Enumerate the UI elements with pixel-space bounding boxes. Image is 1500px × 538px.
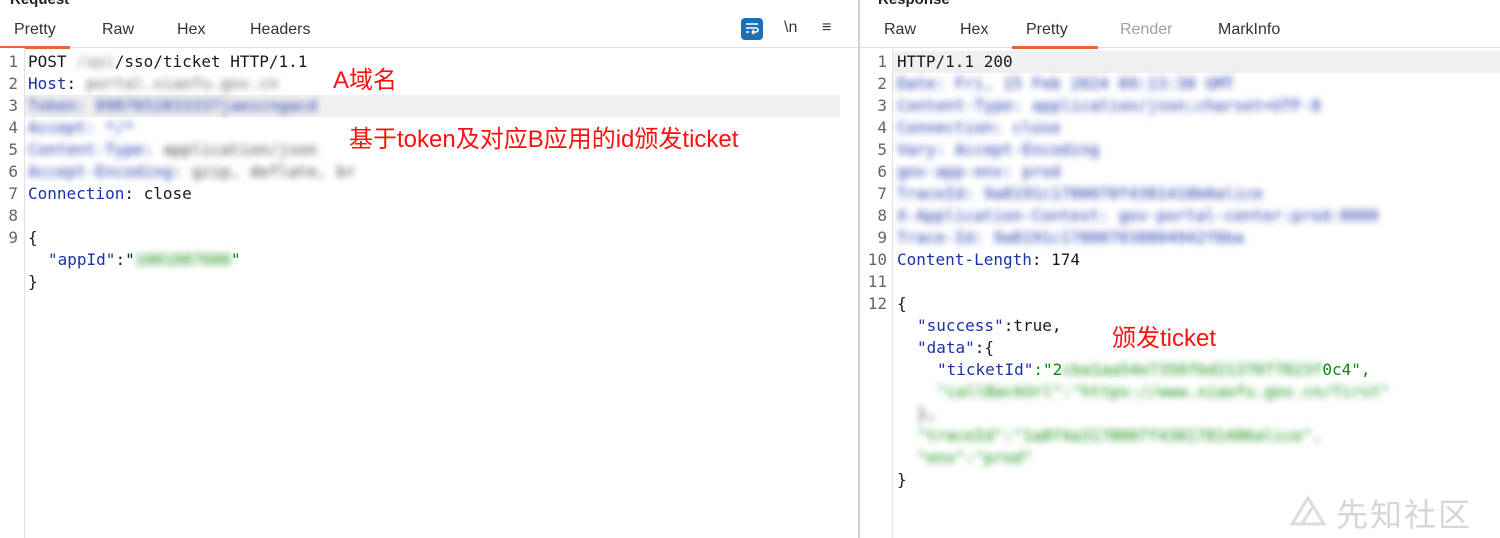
- line-number: 7: [8, 184, 18, 203]
- response-body-ticketid: "ticketId":"2cba1aa54e7356fbd2137077823f…: [937, 360, 1371, 379]
- line-number: 3: [8, 96, 18, 115]
- line-number: 9: [877, 228, 887, 247]
- request-body-appid: "appId":"1001087680": [48, 250, 241, 269]
- word-wrap-icon[interactable]: [741, 18, 763, 40]
- line-number: 2: [8, 74, 18, 93]
- response-pane: Response Raw Hex Pretty Render MarkInfo …: [860, 0, 1500, 538]
- request-line-6: Accept-Encoding: gzip, deflate, br: [28, 162, 356, 181]
- response-tab-raw[interactable]: Raw: [870, 21, 930, 46]
- request-line-4: Accept: */*: [28, 118, 134, 137]
- response-status-line: HTTP/1.1 200: [897, 52, 1013, 71]
- line-number: 12: [867, 294, 887, 313]
- response-line-6: gov-app-env: prod: [897, 162, 1061, 181]
- menu-icon[interactable]: ≡: [822, 19, 831, 37]
- line-number: 10: [867, 250, 887, 269]
- response-body-success: "success":true,: [917, 316, 1062, 335]
- response-tab-render[interactable]: Render: [1106, 21, 1186, 46]
- request-tab-raw[interactable]: Raw: [88, 21, 148, 46]
- response-body-env: "env":"prod": [917, 448, 1033, 467]
- line-number: 1: [877, 52, 887, 71]
- response-line-content-length: Content-Length: 174: [897, 250, 1081, 269]
- response-line-5: Vary: Accept-Encoding: [897, 140, 1100, 159]
- line-number: 6: [8, 162, 18, 181]
- watermark-logo-icon: [1289, 495, 1327, 526]
- request-line-5: Content-Type: application/json: [28, 140, 317, 159]
- response-line-2: Date: Fri, 15 Feb 2024 09:13:30 GMT: [897, 74, 1235, 93]
- response-line-7: TraceId: 9a8191c1780070f4381418b0alice: [897, 184, 1264, 203]
- request-tabbar: Pretty Raw Hex Headers \n ≡: [0, 14, 858, 49]
- request-body-close: }: [28, 272, 38, 291]
- response-line-3: Content-Type: application/json;charset=U…: [897, 96, 1321, 115]
- line-number: 5: [8, 140, 18, 159]
- response-body-data-close: },: [917, 404, 937, 423]
- response-line-4: Connection: close: [897, 118, 1061, 137]
- response-body-callback: "callBackUrl":"https://www.xiaofu.gov.cn…: [937, 382, 1390, 401]
- request-line-host: Host: portal.xiaofu.gov.cn: [28, 74, 279, 93]
- response-tab-hex[interactable]: Hex: [946, 21, 1002, 46]
- line-number: 8: [8, 206, 18, 225]
- response-tab-pretty[interactable]: Pretty: [1012, 21, 1098, 49]
- line-number: 5: [877, 140, 887, 159]
- annotation-ticket-note: 颁发ticket: [1112, 325, 1217, 352]
- annotation-token-note: 基于token及对应B应用的id颁发ticket: [349, 126, 739, 153]
- line-number: 4: [8, 118, 18, 137]
- response-line-9: Trace-Id: 9a8191c178007038804942f6ba: [897, 228, 1244, 247]
- line-number: 3: [877, 96, 887, 115]
- request-tab-pretty[interactable]: Pretty: [0, 21, 70, 49]
- response-body-data: "data":{: [917, 338, 995, 357]
- request-tab-headers[interactable]: Headers: [236, 21, 324, 46]
- request-title: Request: [10, 0, 69, 8]
- line-number: 2: [877, 74, 887, 93]
- line-number: 9: [8, 228, 18, 247]
- line-number: 4: [877, 118, 887, 137]
- request-line-1: POST /api/sso/ticket HTTP/1.1: [28, 52, 308, 71]
- line-number: 7: [877, 184, 887, 203]
- response-body-close: }: [897, 470, 907, 489]
- request-tab-hex[interactable]: Hex: [163, 21, 219, 46]
- response-body-open: {: [897, 294, 907, 313]
- line-number: 1: [8, 52, 18, 71]
- line-number: 6: [877, 162, 887, 181]
- line-number: 8: [877, 206, 887, 225]
- response-body-traceid: "traceId":"1a8f4a3178007f4381781486alice…: [917, 426, 1322, 445]
- watermark-text: 先知社区: [1336, 497, 1473, 533]
- response-tab-markinfo[interactable]: MarkInfo: [1204, 21, 1294, 46]
- line-number: 11: [867, 272, 887, 291]
- request-line-connection: Connection: close: [28, 184, 192, 203]
- response-tabbar: Raw Hex Pretty Render MarkInfo: [860, 14, 1500, 49]
- response-line-8: X-Application-Context: gov-portal-center…: [897, 206, 1379, 225]
- annotation-a-domain: A域名: [333, 67, 398, 94]
- request-pane: Request Pretty Raw Hex Headers \n ≡ 1 2 …: [0, 0, 858, 538]
- request-body-open: {: [28, 228, 38, 247]
- newline-toggle-button[interactable]: \n: [784, 19, 797, 37]
- request-line-3: Token: 8987652833337jaescngacd: [28, 96, 317, 115]
- response-title: Response: [878, 0, 950, 8]
